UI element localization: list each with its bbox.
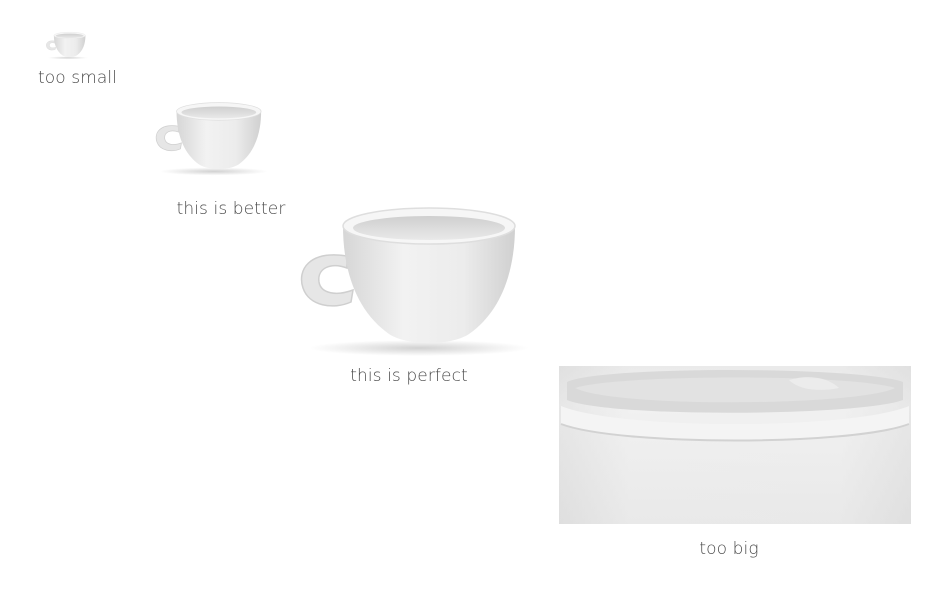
caption-too-small: too small bbox=[38, 68, 118, 88]
caption-this-is-perfect: this is perfect bbox=[350, 366, 468, 386]
cup-image-cropped bbox=[559, 366, 911, 524]
cup-image-small bbox=[46, 32, 88, 60]
cup-image-large bbox=[300, 207, 530, 357]
caption-this-is-better: this is better bbox=[176, 199, 286, 219]
caption-too-big: too big bbox=[699, 539, 759, 559]
cup-image-medium bbox=[155, 102, 268, 176]
